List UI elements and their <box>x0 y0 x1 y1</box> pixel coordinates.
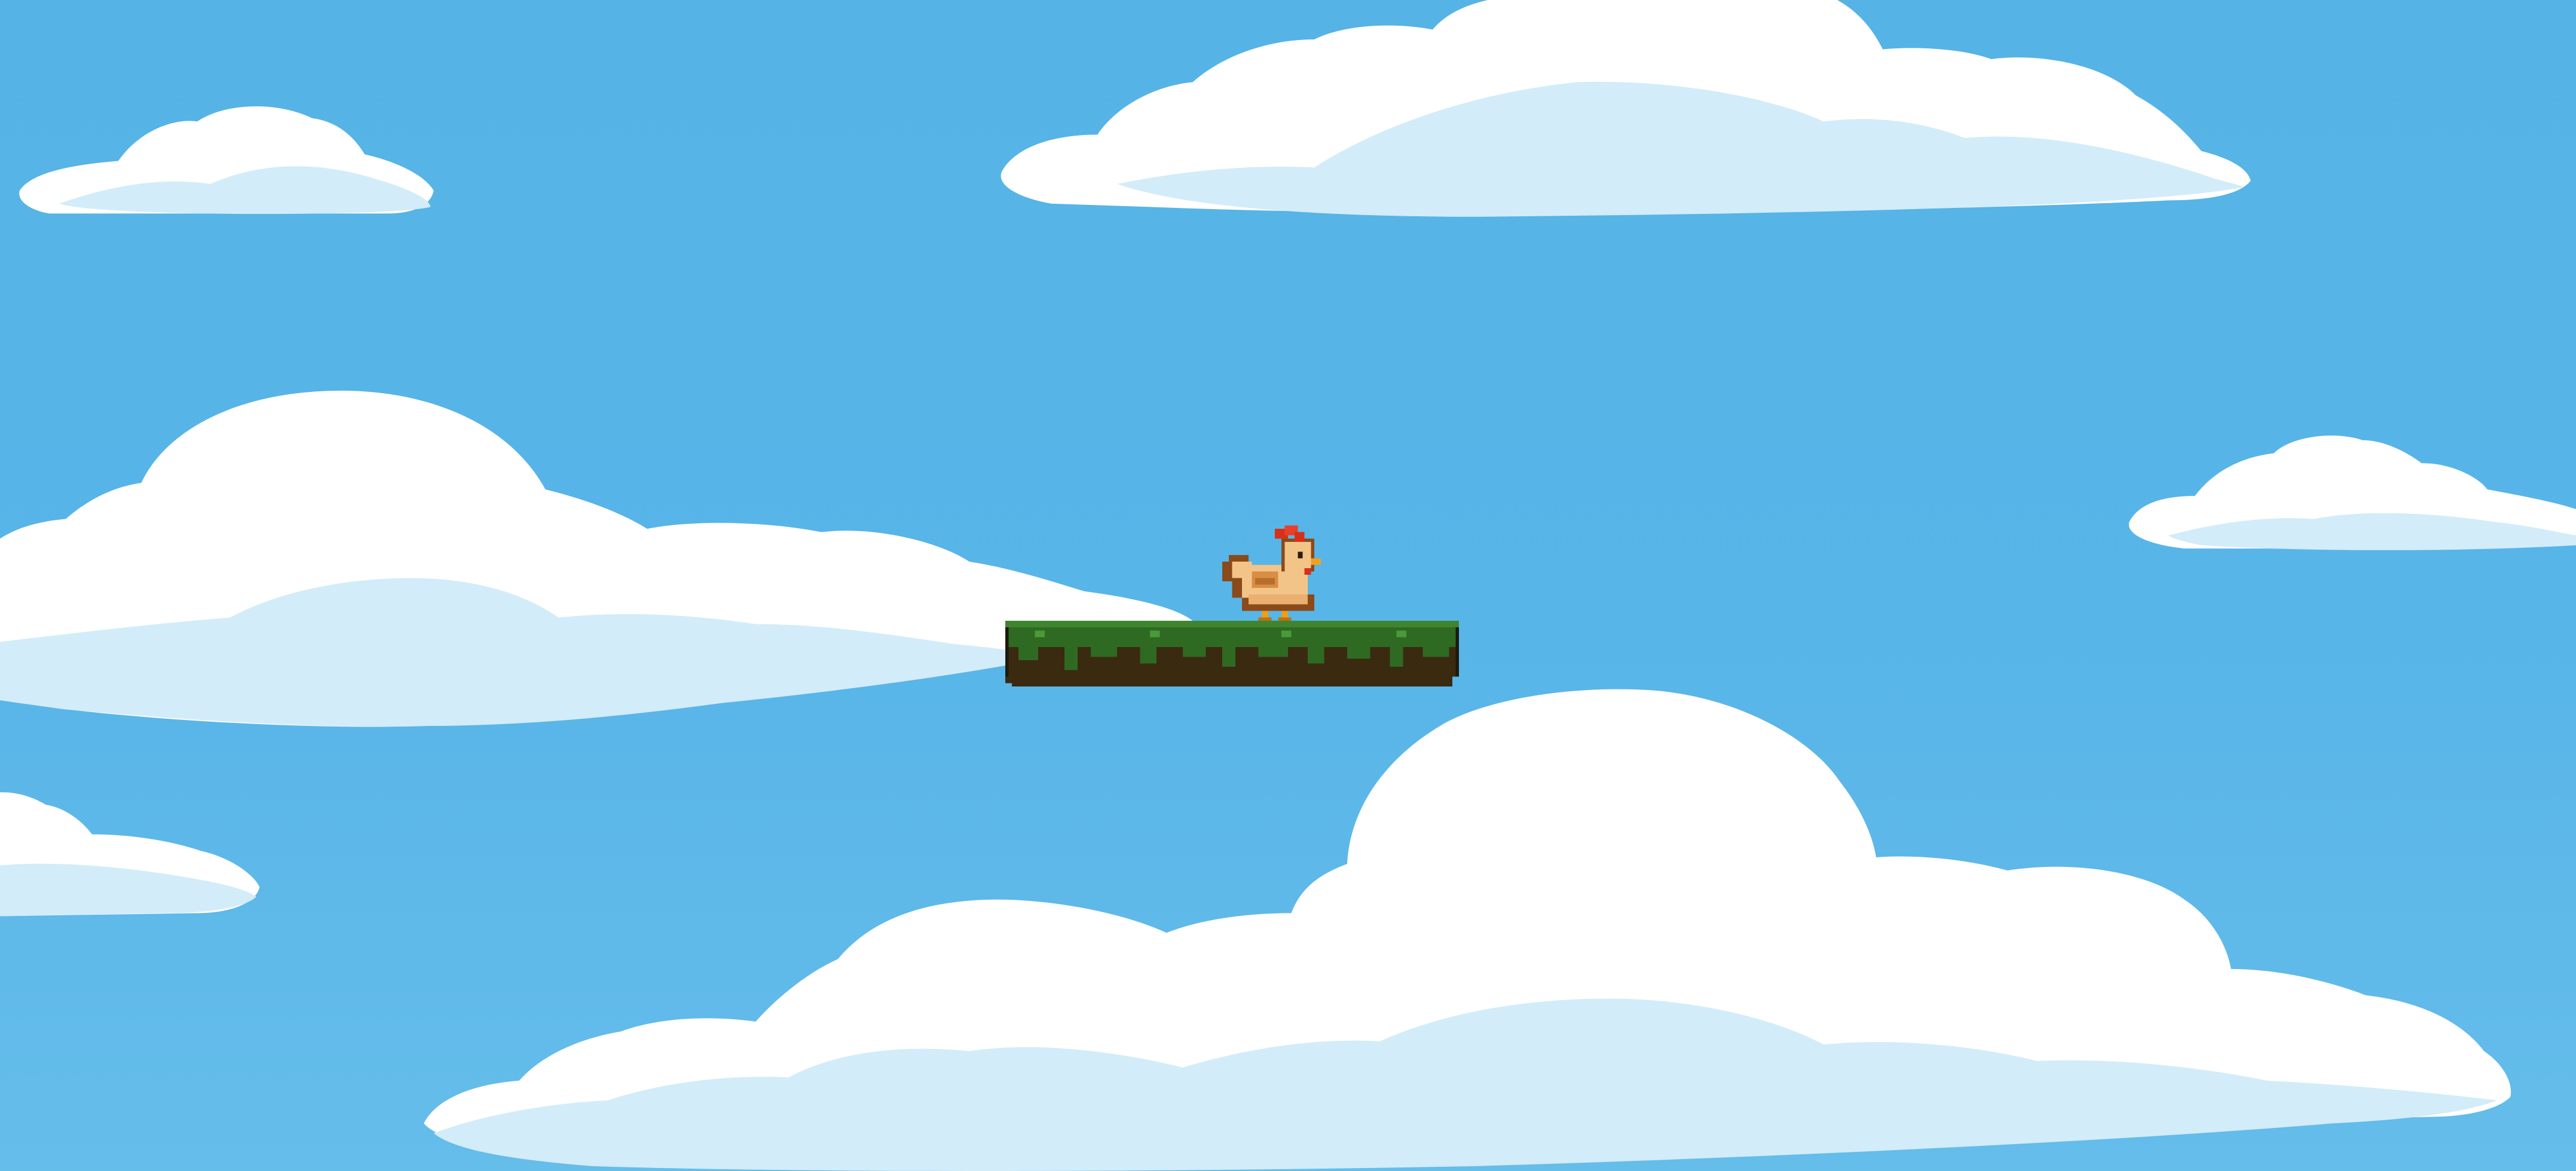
game-world <box>0 0 2576 1171</box>
cloud-bottom-center <box>424 689 2511 1171</box>
floating-platform <box>1005 621 1459 687</box>
cloud-right <box>2128 435 2576 550</box>
cloud-top-left <box>19 106 434 214</box>
cloud-top-center <box>1001 0 2251 217</box>
chicken-player <box>1222 525 1321 621</box>
cloud-lower-left <box>0 792 260 916</box>
game-scene <box>0 0 2576 1171</box>
